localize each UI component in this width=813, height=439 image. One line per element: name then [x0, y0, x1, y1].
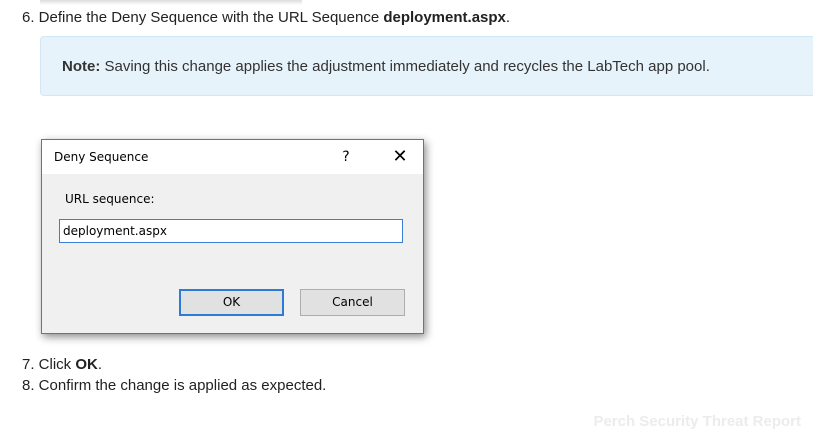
step-7-text: 7. Click [22, 356, 76, 373]
dialog-titlebar[interactable]: Deny Sequence ? ✕ [42, 140, 423, 174]
help-icon[interactable]: ? [332, 144, 360, 170]
close-icon[interactable]: ✕ [385, 144, 415, 170]
url-sequence-input[interactable] [59, 219, 403, 243]
step-7-suffix: . [97, 356, 103, 373]
dialog-title: Deny Sequence [54, 150, 149, 164]
cancel-button[interactable]: Cancel [300, 289, 405, 316]
step-7: 7. Click OK. [22, 356, 102, 374]
url-sequence-label: URL sequence: [65, 192, 155, 206]
top-edge-shadow [40, 0, 302, 5]
note-text: Note: Saving this change applies the adj… [62, 58, 710, 75]
deny-sequence-dialog: Deny Sequence ? ✕ URL sequence: OK Cance… [41, 139, 424, 334]
step-7-bold: OK [75, 356, 98, 373]
note-label: Note: [62, 58, 101, 75]
ok-button[interactable]: OK [179, 289, 284, 316]
step-6-bold: deployment.aspx [383, 9, 506, 26]
note-body: Saving this change applies the adjustmen… [100, 58, 710, 75]
step-8: 8. Confirm the change is applied as expe… [22, 377, 327, 394]
step-6: 6. Define the Deny Sequence with the URL… [22, 9, 510, 27]
step-6-text: 6. Define the Deny Sequence with the URL… [22, 9, 384, 26]
note-box: Note: Saving this change applies the adj… [40, 36, 813, 96]
watermark: Perch Security Threat Report [593, 413, 801, 430]
step-6-suffix: . [505, 9, 511, 26]
